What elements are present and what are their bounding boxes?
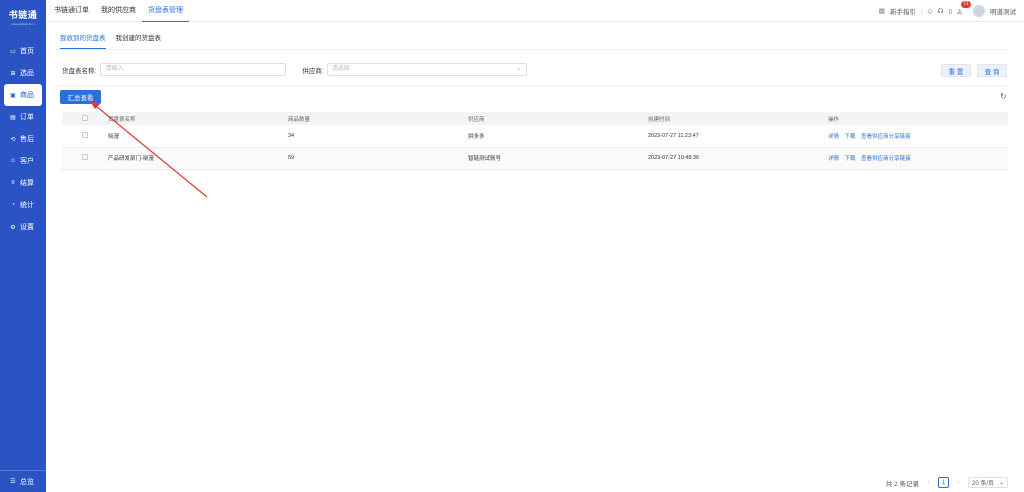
tab-created[interactable]: 我创建的货盘表 <box>116 32 162 49</box>
cell-supplier: 拼多多 <box>468 125 648 148</box>
name-filter-label: 货盘表名称: <box>62 67 97 75</box>
sidebar-item-label: 商品 <box>20 92 34 99</box>
filter-bar: 货盘表名称: 请输入 供应商: 请选择 ⌄ <box>62 63 527 76</box>
sidebar-item-goods[interactable]: ▣ 商品 <box>4 84 42 106</box>
customer-icon: ☺ <box>9 158 17 164</box>
sidebar-item-label: 总览 <box>20 478 34 486</box>
table-row: 晓漫 34 拼多多 2023-07-27 11:23:47 详情 下载 查看供应… <box>62 125 1008 148</box>
supplier-select-placeholder: 请选择 <box>331 66 350 72</box>
sidebar-item-select[interactable]: ⊞ 选品 <box>0 62 46 84</box>
cell-count: 34 <box>288 125 468 148</box>
top-nav: 书链通订单 我的供应商 货盘表管理 ▤ 新手指引 | ◇ ☊ ▯ ◬ 71 明道… <box>46 0 1024 22</box>
tab-orders[interactable]: 书链通订单 <box>48 0 95 22</box>
guide-link[interactable]: 新手指引 <box>890 6 916 16</box>
brand-subtitle: www.shulian.com <box>11 22 35 26</box>
tab-received[interactable]: 我收到的货盘表 <box>60 32 106 49</box>
column-header-supplier: 供应商 <box>468 112 648 125</box>
sub-tabs: 我收到的货盘表 我创建的货盘表 <box>60 32 161 49</box>
download-link[interactable]: 下载 <box>845 156 856 162</box>
table-row: 产品研发部门-晓漫 59 智链测试账号 2023-07-27 10:48:36 … <box>62 147 1008 170</box>
cell-name: 产品研发部门-晓漫 <box>108 147 288 170</box>
chevron-down-icon: ⌄ <box>516 66 522 72</box>
sidebar-item-label: 结算 <box>20 180 34 187</box>
supplier-select[interactable]: 请选择 ⌄ <box>326 63 527 76</box>
bell-icon[interactable]: ◬ 71 <box>957 1 971 15</box>
divider <box>56 85 1008 86</box>
sidebar-item-label: 首页 <box>20 48 34 55</box>
query-button[interactable]: 查 询 <box>977 64 1007 77</box>
page-number[interactable]: 1 <box>938 477 949 488</box>
sidebar-item-overview[interactable]: ☰ 总览 <box>0 470 46 492</box>
total-count: 共 2 条记录 <box>885 480 919 488</box>
sidebar-item-customers[interactable]: ☺ 客户 <box>0 150 46 172</box>
avatar[interactable] <box>973 5 985 17</box>
row-checkbox[interactable] <box>82 131 88 138</box>
detail-link[interactable]: 详情 <box>828 156 839 162</box>
sidebar-item-stats[interactable]: ◔ 统计 <box>0 194 46 216</box>
sidebar-item-home[interactable]: ▭ 首页 <box>0 40 46 62</box>
cell-time: 2023-07-27 10:48:36 <box>648 147 828 170</box>
table-header: 货盘表名称 商品数量 供应商 创建时间 操作 <box>62 112 1008 125</box>
sidebar-item-settings[interactable]: ⚙ 设置 <box>0 216 46 238</box>
pallet-table: 货盘表名称 商品数量 供应商 创建时间 操作 晓漫 34 拼多多 2023-07… <box>62 112 1008 170</box>
reset-button[interactable]: 重 置 <box>941 64 971 77</box>
sidebar-item-label: 统计 <box>20 202 34 209</box>
sidebar-item-label: 设置 <box>20 224 34 231</box>
download-link[interactable]: 下载 <box>845 134 856 140</box>
sidebar-item-label: 订单 <box>20 114 34 121</box>
name-input[interactable]: 请输入 <box>100 63 287 76</box>
menu-icon: ☰ <box>10 479 16 485</box>
user-name[interactable]: 明道测试 <box>990 6 1016 16</box>
summary-view-button[interactable]: 汇总查看 <box>60 90 101 104</box>
page-size-select[interactable]: 20 条/页 ⌄ <box>968 477 1008 488</box>
product-select-icon: ⊞ <box>10 70 16 77</box>
page-size-value: 20 条/页 <box>972 481 995 487</box>
phone-icon[interactable]: ▯ <box>948 7 952 15</box>
supplier-share-link[interactable]: 查看供应商分享链接 <box>861 156 911 162</box>
brand-logo[interactable]: 书链通 www.shulian.com <box>0 0 46 34</box>
detail-link[interactable]: 详情 <box>828 134 839 140</box>
sidebar-item-orders[interactable]: ▤ 订单 <box>0 106 46 128</box>
next-page-button[interactable]: › <box>953 477 964 488</box>
guide-icon: ▤ <box>878 8 885 15</box>
select-all-checkbox[interactable] <box>82 114 88 121</box>
diamond-icon[interactable]: ◇ <box>928 7 933 15</box>
tab-suppliers[interactable]: 我的供应商 <box>95 0 142 22</box>
name-input-placeholder: 请输入 <box>105 66 124 72</box>
column-header-name: 货盘表名称 <box>108 112 288 125</box>
cell-supplier: 智链测试账号 <box>468 147 648 170</box>
stats-icon: ◔ <box>11 202 15 208</box>
refresh-icon[interactable]: ↻ <box>1000 92 1007 101</box>
sidebar-item-label: 选品 <box>20 70 34 77</box>
column-header-time: 创建时间 <box>648 112 828 125</box>
settings-icon: ⚙ <box>10 224 16 231</box>
column-header-actions: 操作 <box>828 112 1008 125</box>
divider <box>56 49 1008 50</box>
pagination: 共 2 条记录 ‹ 1 › 20 条/页 ⌄ <box>886 477 1008 488</box>
headset-icon[interactable]: ☊ <box>938 7 944 15</box>
separator: | <box>920 7 923 15</box>
column-header-count: 商品数量 <box>288 112 468 125</box>
sidebar-item-after-sale[interactable]: ⟲ 售后 <box>0 128 46 150</box>
after-sale-icon: ⟲ <box>10 136 16 143</box>
prev-page-button[interactable]: ‹ <box>923 477 934 488</box>
monitor-icon: ▭ <box>10 48 16 55</box>
goods-icon: ▣ <box>10 92 16 99</box>
sidebar-item-label: 客户 <box>20 158 34 165</box>
notification-badge: 71 <box>961 1 971 8</box>
cell-name: 晓漫 <box>108 125 288 148</box>
brand-title: 书链通 <box>8 10 38 20</box>
row-checkbox[interactable] <box>82 154 88 160</box>
cell-count: 59 <box>288 147 468 170</box>
tab-pallet-management[interactable]: 货盘表管理 <box>142 0 189 22</box>
settlement-icon: ¤ <box>11 180 15 186</box>
cell-time: 2023-07-27 11:23:47 <box>648 125 828 148</box>
chevron-down-icon: ⌄ <box>998 480 1004 486</box>
sidebar-item-settlement[interactable]: ¤ 结算 <box>0 172 46 194</box>
supplier-filter-label: 供应商: <box>302 67 324 75</box>
order-icon: ▤ <box>10 114 16 121</box>
sidebar: 书链通 www.shulian.com ▭ 首页 ⊞ 选品 ▣ 商品 ▤ 订单 … <box>0 0 46 492</box>
supplier-share-link[interactable]: 查看供应商分享链接 <box>861 134 911 140</box>
sidebar-item-label: 售后 <box>20 136 34 143</box>
